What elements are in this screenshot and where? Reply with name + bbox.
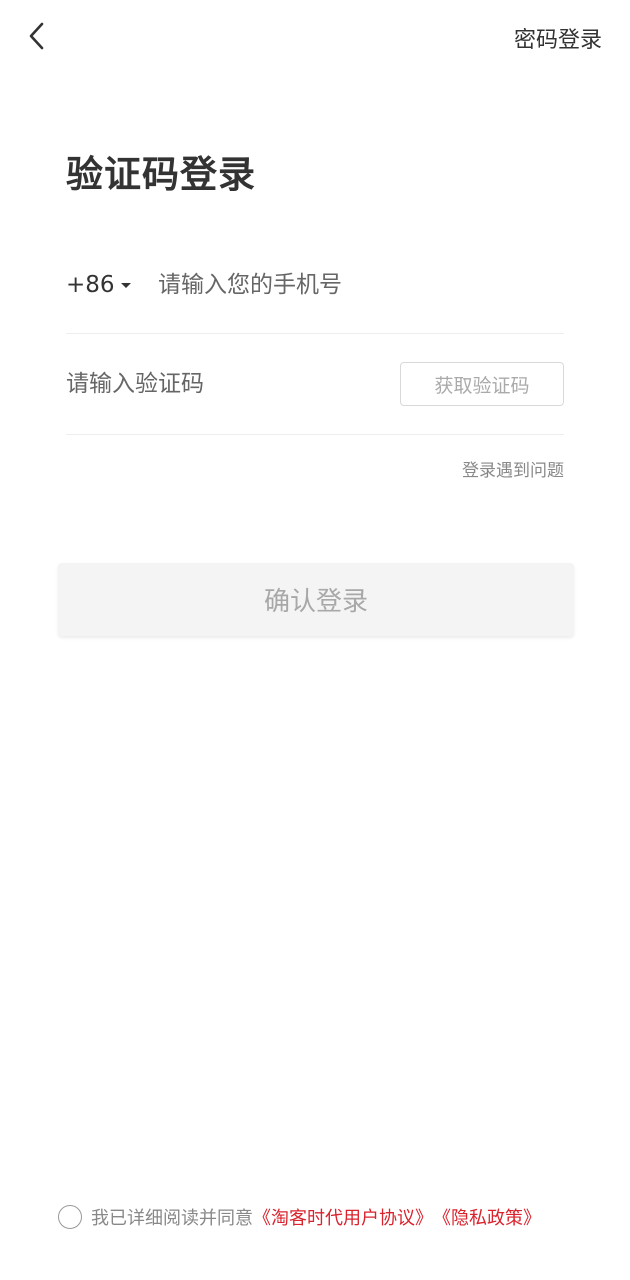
agreement-text: 我已详细阅读并同意 xyxy=(91,1208,253,1229)
login-help-link[interactable]: 登录遇到问题 xyxy=(462,456,564,481)
phone-row: +86 xyxy=(66,236,564,334)
verification-code-input[interactable] xyxy=(66,371,400,397)
country-code-value: +86 xyxy=(66,271,115,298)
caret-down-icon xyxy=(120,283,131,288)
confirm-login-button[interactable]: 确认登录 xyxy=(58,563,574,636)
user-agreement-link[interactable]: 《淘客时代用户协议》 xyxy=(253,1204,433,1230)
country-code-selector[interactable]: +86 xyxy=(66,272,158,298)
chevron-left-icon xyxy=(27,21,45,55)
phone-input[interactable] xyxy=(158,271,564,298)
agree-radio[interactable] xyxy=(58,1205,82,1229)
get-code-button[interactable]: 获取验证码 xyxy=(400,362,564,406)
back-button[interactable] xyxy=(18,18,54,58)
verification-code-row: 获取验证码 xyxy=(66,334,564,435)
agreement-row: 我已详细阅读并同意 《淘客时代用户协议》 《隐私政策》 xyxy=(58,1201,598,1233)
page-title: 验证码登录 xyxy=(66,153,256,196)
login-page: 密码登录 验证码登录 +86 获取验证码 登录遇到问题 确认登录 我已详细阅读并… xyxy=(0,0,630,1280)
privacy-policy-link[interactable]: 《隐私政策》 xyxy=(433,1204,541,1230)
password-login-link[interactable]: 密码登录 xyxy=(514,22,602,54)
